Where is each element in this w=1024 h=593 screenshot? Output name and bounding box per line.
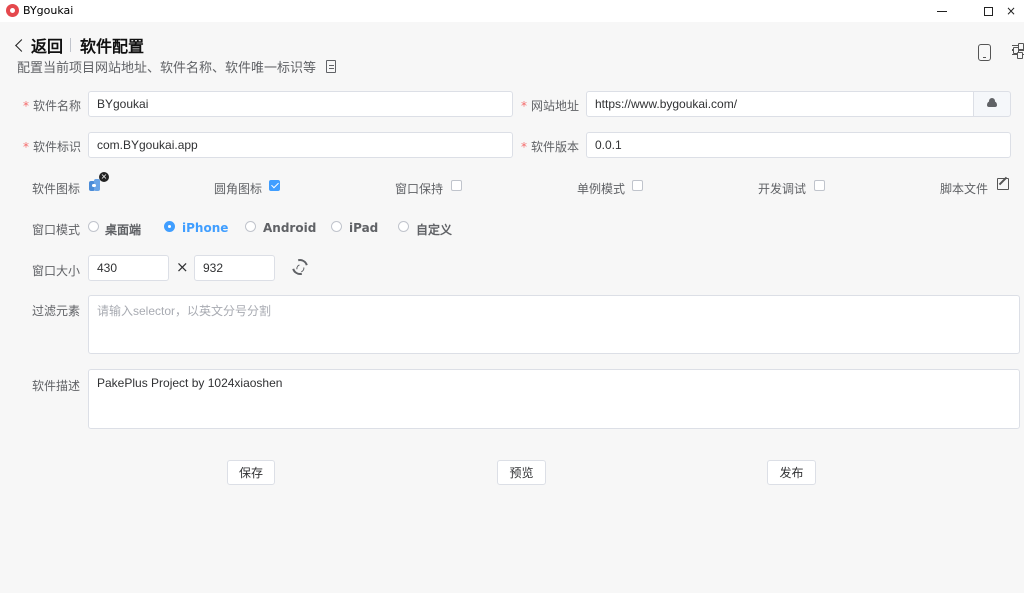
- chevron-left-icon: [15, 39, 28, 52]
- radio-desktop[interactable]: [88, 221, 99, 232]
- radio-ipad-label[interactable]: iPad: [349, 221, 378, 235]
- description-textarea[interactable]: [88, 369, 1020, 429]
- keep-window-label: 窗口保持: [395, 182, 444, 196]
- round-icon-checkbox[interactable]: [269, 180, 280, 191]
- window-title: BYgoukai: [23, 4, 74, 17]
- round-icon-label: 圆角图标: [214, 182, 263, 196]
- window-mode-label: 窗口模式: [32, 223, 81, 237]
- minimize-icon: [937, 10, 947, 12]
- swap-icon[interactable]: [289, 256, 311, 278]
- document-icon[interactable]: [326, 60, 337, 73]
- cloud-upload-button[interactable]: [973, 91, 1011, 117]
- page-title: 软件配置: [80, 37, 145, 56]
- maximize-button[interactable]: [966, 0, 1010, 22]
- radio-desktop-label[interactable]: 桌面端: [105, 221, 141, 238]
- keep-window-checkbox[interactable]: [451, 180, 462, 191]
- icon-label: 软件图标: [32, 182, 81, 196]
- id-input[interactable]: com.BYgoukai.app: [88, 132, 513, 158]
- radio-android[interactable]: [245, 221, 256, 232]
- close-button[interactable]: ×: [1006, 0, 1024, 22]
- window-width-input[interactable]: 430: [88, 255, 169, 281]
- title-bar: BYgoukai ×: [0, 0, 1024, 22]
- maximize-icon: [983, 6, 993, 16]
- single-instance-label: 单例模式: [577, 182, 626, 196]
- header-divider: [70, 38, 71, 52]
- radio-custom-label[interactable]: 自定义: [416, 221, 452, 238]
- times-sign: ×: [176, 258, 189, 276]
- app-logo-icon: [6, 4, 19, 17]
- edit-icon[interactable]: [997, 178, 1009, 190]
- version-label: * 软件版本: [521, 140, 580, 154]
- page-subtitle: 配置当前项目网站地址、软件名称、软件唯一标识等: [17, 57, 337, 76]
- radio-iphone-label[interactable]: iPhone: [182, 221, 228, 235]
- back-button[interactable]: 返回: [15, 33, 64, 57]
- dev-debug-label: 开发调试: [758, 182, 807, 196]
- publish-button[interactable]: 发布: [767, 460, 816, 485]
- radio-android-label[interactable]: Android: [263, 221, 316, 235]
- description-label: 软件描述: [32, 379, 81, 393]
- filter-label: 过滤元素: [32, 304, 81, 318]
- filter-textarea[interactable]: [88, 295, 1020, 354]
- minimize-button[interactable]: [920, 0, 964, 22]
- radio-ipad[interactable]: [331, 221, 342, 232]
- close-icon: ×: [1006, 4, 1017, 18]
- sliders-icon[interactable]: [1012, 42, 1024, 61]
- url-input[interactable]: https://www.bygoukai.com/: [586, 91, 974, 117]
- id-label: * 软件标识: [23, 140, 82, 154]
- dev-debug-checkbox[interactable]: [814, 180, 825, 191]
- single-instance-checkbox[interactable]: [632, 180, 643, 191]
- version-input[interactable]: 0.0.1: [586, 132, 1011, 158]
- cloud-icon: [987, 98, 997, 107]
- remove-icon[interactable]: ×: [99, 172, 109, 182]
- subtitle-text: 配置当前项目网站地址、软件名称、软件唯一标识等: [17, 61, 317, 76]
- phone-icon[interactable]: [978, 44, 991, 61]
- url-label: * 网站地址: [521, 99, 580, 113]
- preview-button[interactable]: 预览: [497, 460, 546, 485]
- radio-custom[interactable]: [398, 221, 409, 232]
- radio-iphone[interactable]: [164, 221, 175, 232]
- script-file-label: 脚本文件: [940, 182, 989, 196]
- save-button[interactable]: 保存: [227, 460, 275, 485]
- name-label: * 软件名称: [23, 99, 82, 113]
- name-input[interactable]: BYgoukai: [88, 91, 513, 117]
- window-height-input[interactable]: 932: [194, 255, 275, 281]
- back-label: 返回: [31, 37, 64, 56]
- window-size-label: 窗口大小: [32, 264, 81, 278]
